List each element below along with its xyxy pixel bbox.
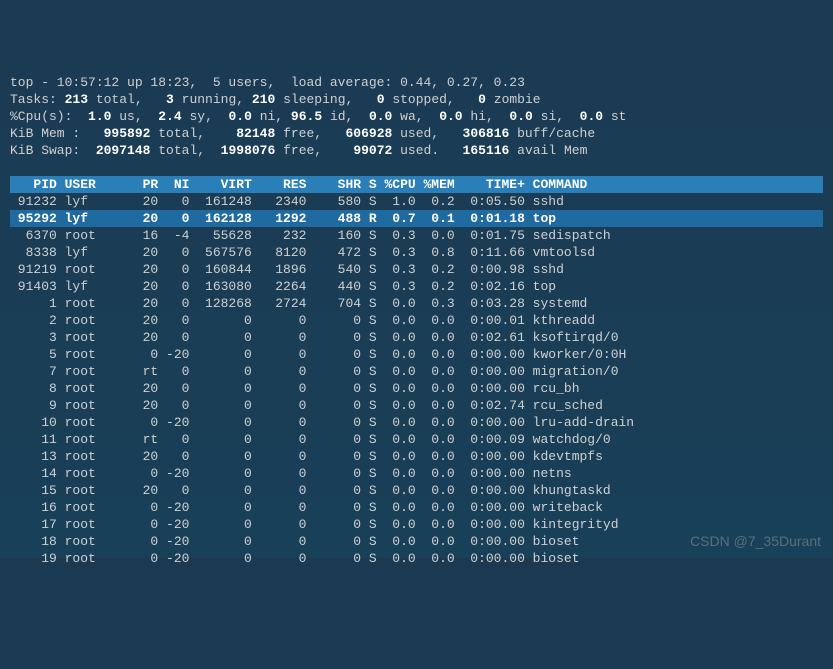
process-row: 95292 lyf 20 0 162128 1292 488 R 0.7 0.1…: [10, 210, 823, 227]
summary-line-swap: KiB Swap: 2097148 total, 1998076 free, 9…: [10, 142, 823, 159]
watermark: CSDN @7_35Durant: [690, 533, 821, 550]
process-row: 91403 lyf 20 0 163080 2264 440 S 0.3 0.2…: [10, 278, 823, 295]
process-row: 1 root 20 0 128268 2724 704 S 0.0 0.3 0:…: [10, 295, 823, 312]
process-row: 15 root 20 0 0 0 0 S 0.0 0.0 0:00.00 khu…: [10, 482, 823, 499]
blank-line: [10, 159, 823, 176]
summary-line-cpu: %Cpu(s): 1.0 us, 2.4 sy, 0.0 ni, 96.5 id…: [10, 108, 823, 125]
process-row: 14 root 0 -20 0 0 0 S 0.0 0.0 0:00.00 ne…: [10, 465, 823, 482]
process-row: 3 root 20 0 0 0 0 S 0.0 0.0 0:02.61 ksof…: [10, 329, 823, 346]
process-row: 8338 lyf 20 0 567576 8120 472 S 0.3 0.8 …: [10, 244, 823, 261]
process-row: 5 root 0 -20 0 0 0 S 0.0 0.0 0:00.00 kwo…: [10, 346, 823, 363]
process-row: 16 root 0 -20 0 0 0 S 0.0 0.0 0:00.00 wr…: [10, 499, 823, 516]
process-row: 7 root rt 0 0 0 0 S 0.0 0.0 0:00.00 migr…: [10, 363, 823, 380]
process-row: 91219 root 20 0 160844 1896 540 S 0.3 0.…: [10, 261, 823, 278]
process-row: 11 root rt 0 0 0 0 S 0.0 0.0 0:00.09 wat…: [10, 431, 823, 448]
process-row: 6370 root 16 -4 55628 232 160 S 0.3 0.0 …: [10, 227, 823, 244]
summary-line-mem: KiB Mem : 995892 total, 82148 free, 6069…: [10, 125, 823, 142]
process-row: 17 root 0 -20 0 0 0 S 0.0 0.0 0:00.00 ki…: [10, 516, 823, 533]
top-terminal[interactable]: top - 10:57:12 up 18:23, 5 users, load a…: [10, 74, 823, 567]
process-row: 13 root 20 0 0 0 0 S 0.0 0.0 0:00.00 kde…: [10, 448, 823, 465]
process-row: 10 root 0 -20 0 0 0 S 0.0 0.0 0:00.00 lr…: [10, 414, 823, 431]
summary-line-1: top - 10:57:12 up 18:23, 5 users, load a…: [10, 74, 823, 91]
process-table-header: PID USER PR NI VIRT RES SHR S %CPU %MEM …: [10, 176, 823, 193]
process-row: 9 root 20 0 0 0 0 S 0.0 0.0 0:02.74 rcu_…: [10, 397, 823, 414]
summary-line-tasks: Tasks: 213 total, 3 running, 210 sleepin…: [10, 91, 823, 108]
process-row: 8 root 20 0 0 0 0 S 0.0 0.0 0:00.00 rcu_…: [10, 380, 823, 397]
process-row: 91232 lyf 20 0 161248 2340 580 S 1.0 0.2…: [10, 193, 823, 210]
process-row: 2 root 20 0 0 0 0 S 0.0 0.0 0:00.01 kthr…: [10, 312, 823, 329]
process-row: 19 root 0 -20 0 0 0 S 0.0 0.0 0:00.00 bi…: [10, 550, 823, 567]
